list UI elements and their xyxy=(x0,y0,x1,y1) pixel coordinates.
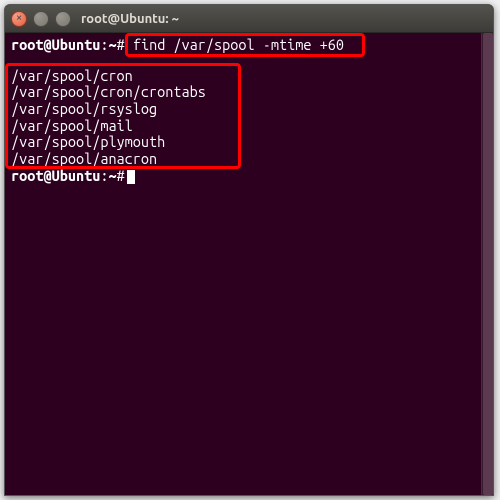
command-output: /var/spool/cron /var/spool/cron/crontabs… xyxy=(11,68,487,168)
output-line: /var/spool/rsyslog xyxy=(11,101,487,118)
window-title: root@Ubuntu: ~ xyxy=(81,12,179,26)
output-line: /var/spool/mail xyxy=(11,118,487,135)
prompt-path: ~ xyxy=(108,36,116,53)
output-line: /var/spool/anacron xyxy=(11,151,487,168)
prompt-path: ~ xyxy=(108,167,116,184)
minimize-icon[interactable] xyxy=(33,11,49,27)
terminal-body[interactable]: root@Ubuntu:~# find /var/spool -mtime +6… xyxy=(5,33,493,495)
close-icon[interactable]: × xyxy=(11,11,27,27)
scrollbar[interactable] xyxy=(481,33,493,495)
entered-command: find /var/spool -mtime +60 xyxy=(133,36,344,53)
terminal-window: × root@Ubuntu: ~ root@Ubuntu:~# find /va… xyxy=(4,4,494,496)
cursor-icon xyxy=(127,170,135,184)
output-line: /var/spool/cron xyxy=(11,68,487,85)
prompt-user-host: root@Ubuntu xyxy=(11,36,100,53)
output-line: /var/spool/plymouth xyxy=(11,134,487,151)
titlebar[interactable]: × root@Ubuntu: ~ xyxy=(5,5,493,33)
output-line: /var/spool/cron/crontabs xyxy=(11,84,487,101)
prompt-line-idle: root@Ubuntu:~# xyxy=(11,168,487,185)
scroll-thumb[interactable] xyxy=(483,33,493,495)
maximize-icon[interactable] xyxy=(55,11,71,27)
prompt-line-command: root@Ubuntu:~# find /var/spool -mtime +6… xyxy=(11,37,487,54)
prompt-user-host: root@Ubuntu xyxy=(11,167,100,184)
